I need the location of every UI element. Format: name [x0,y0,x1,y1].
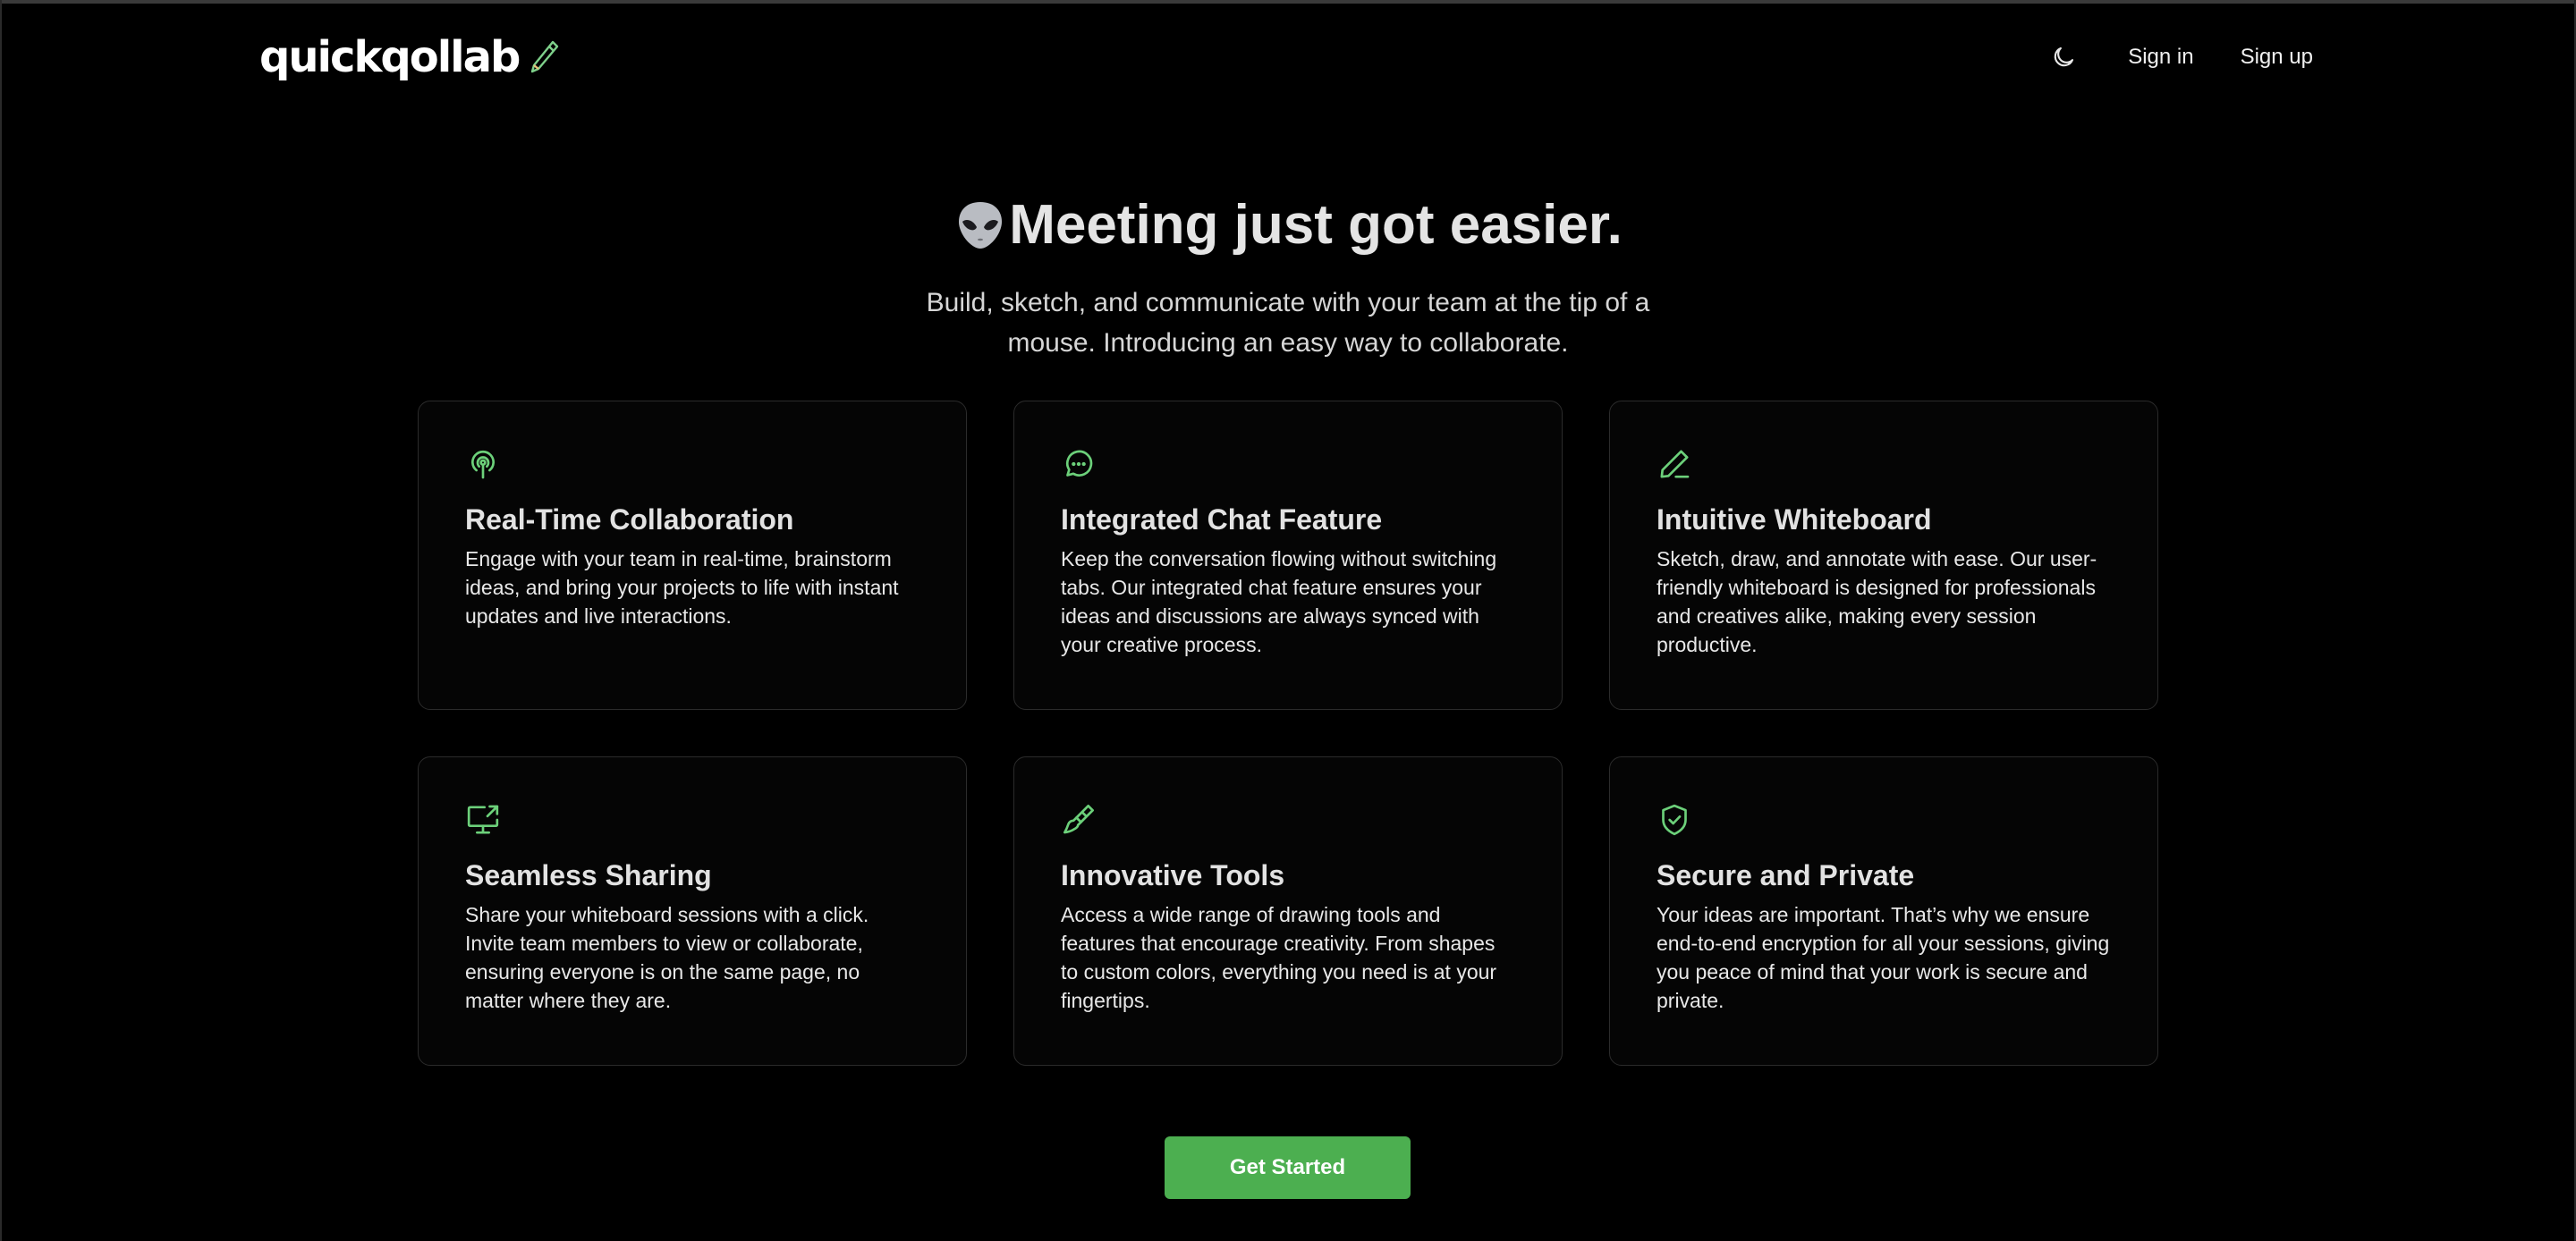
hero-subtitle: Build, sketch, and communicate with your… [926,288,1650,358]
site-header: quickqollab Sign in Sign up [0,4,2576,107]
hero-section: Meeting just got easier. Build, sketch, … [0,188,2576,363]
feature-card: Seamless Sharing Share your whiteboard s… [418,756,967,1066]
theme-toggle-button[interactable] [2044,38,2083,77]
hero-title-text: Meeting just got easier. [1009,194,1623,256]
feature-description: Access a wide range of drawing tools and… [1061,903,1497,1012]
hero-title: Meeting just got easier. [0,188,2576,263]
paintbrush-icon [1063,805,1094,834]
pencil-icon [531,40,559,73]
shield-check-icon [1662,804,1687,836]
feature-card: Secure and Private Your ideas are import… [1609,756,2158,1066]
sign-in-link[interactable]: Sign in [2128,38,2193,77]
feature-title: Secure and Private [1657,859,1915,891]
feature-card: Integrated Chat Feature Keep the convers… [1013,401,1563,710]
feature-title: Seamless Sharing [465,859,712,891]
broadcast-icon [471,451,495,479]
pen-icon [1660,450,1690,478]
feature-card: Intuitive Whiteboard Sketch, draw, and a… [1609,401,2158,710]
feature-description: Keep the conversation flowing without sw… [1061,547,1497,656]
header-nav: Sign in Sign up [2044,38,2313,77]
logo-text: quickqollab [259,32,521,82]
feature-card: Innovative Tools Access a wide range of … [1013,756,1563,1066]
screen-share-icon [467,805,499,834]
sign-up-link[interactable]: Sign up [2241,38,2313,77]
moon-icon [2055,46,2074,67]
feature-description: Engage with your team in real-time, brai… [465,547,899,628]
feature-description: Sketch, draw, and annotate with ease. Ou… [1657,547,2097,656]
feature-title: Real-Time Collaboration [465,503,794,536]
alien-icon [959,202,1003,249]
chat-bubble-icon [1066,450,1093,477]
feature-title: Integrated Chat Feature [1061,503,1383,536]
get-started-button[interactable]: Get Started [1165,1136,1411,1199]
feature-card: Real-Time Collaboration Engage with your… [418,401,967,710]
feature-description: Share your whiteboard sessions with a cl… [465,903,869,1012]
feature-title: Intuitive Whiteboard [1657,503,1932,536]
features-grid: Real-Time Collaboration Engage with your… [418,401,2158,1066]
logo[interactable]: quickqollab [259,30,560,84]
feature-description: Your ideas are important. That’s why we … [1657,903,2110,1012]
feature-title: Innovative Tools [1061,859,1285,891]
window-left-edge [0,0,2,1241]
